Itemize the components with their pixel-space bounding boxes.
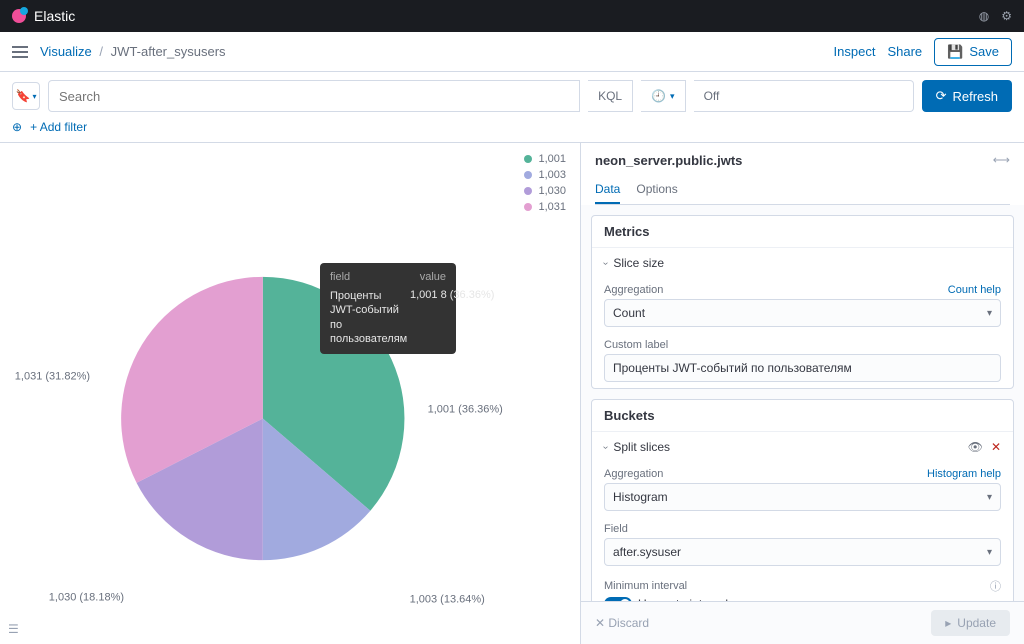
refresh-icon: ⟳ [936,88,947,104]
elastic-logo-icon [12,9,26,23]
config-sidebar: ⟷ neon_server.public.jwts Data Options M… [580,143,1024,638]
field-value: after.sysuser [613,545,681,559]
subheader: Visualize / JWT-after_sysusers Inspect S… [0,32,1024,72]
tooltip-key: 1,001 [410,289,438,301]
chevron-down-icon: ▾ [987,308,992,319]
chevron-down-icon: ▾ [987,547,992,558]
panel-menu-icon[interactable]: ⟷ [993,153,1010,167]
refresh-button[interactable]: ⟳ Refresh [922,80,1012,112]
tab-options[interactable]: Options [636,176,677,204]
toggle-visibility-icon[interactable]: 👁 [968,440,983,454]
filter-bar: ⊕ + Add filter [0,120,1024,142]
count-help-link[interactable]: Count help [948,284,1001,296]
query-bar: 🔖▾ KQL 🕘▾ Off ⟳ Refresh [0,72,1024,120]
legend-toggle-icon[interactable]: ☰ [8,622,19,636]
user-icon[interactable]: ⚙ [1001,9,1012,23]
discard-button[interactable]: ✕ Discard [595,616,649,630]
update-button[interactable]: ▸ Update [931,610,1010,636]
field-label: Field [604,523,628,535]
field-select[interactable]: after.sysuser ▾ [604,538,1001,566]
breadcrumb-current: JWT-after_sysusers [111,44,226,59]
clock-icon: 🕘 [651,89,666,103]
metrics-heading: Metrics [592,216,1013,248]
chart-tooltip: field value Проценты JWT-событий по поль… [320,263,456,354]
tooltip-value-header: value [420,271,446,283]
metrics-section: Metrics › Slice size Aggregation Count h… [591,215,1014,389]
chart-legend: 1,001 1,003 1,030 1,031 [524,153,566,217]
news-icon[interactable]: ◍ [979,9,989,23]
chart-area: 1,001 1,003 1,030 1,031 1,001 (36.36%) 1… [0,143,580,638]
tooltip-field: Проценты JWT-событий по пользователям [330,289,406,346]
slice-label: 1,030 (18.18%) [49,592,124,604]
update-label: Update [957,616,996,630]
legend-label: 1,031 [538,201,566,213]
breadcrumb-root[interactable]: Visualize [40,44,92,59]
split-slices-label: Split slices [613,440,670,454]
time-range-display[interactable]: Off [694,80,914,112]
aggregation-value: Count [613,306,645,320]
breadcrumb: Visualize / JWT-after_sysusers [40,44,226,59]
bucket-agg-value: Histogram [613,490,668,504]
save-label: Save [969,44,999,59]
aggregation-label: Aggregation [604,284,663,296]
tooltip-field-header: field [330,271,350,283]
time-picker[interactable]: 🕘▾ [641,80,685,112]
saved-query-icon[interactable]: 🔖▾ [12,82,40,110]
buckets-heading: Buckets [592,400,1013,432]
brand-name: Elastic [34,8,75,24]
save-icon: 💾 [947,44,963,60]
legend-item[interactable]: 1,031 [524,201,566,213]
legend-label: 1,003 [538,169,566,181]
slice-label: 1,031 (31.82%) [15,371,90,383]
chevron-down-icon: › [600,261,611,264]
legend-item[interactable]: 1,030 [524,185,566,197]
filter-settings-icon[interactable]: ⊕ [12,120,22,134]
slice-size-accordion[interactable]: › Slice size [592,248,1013,278]
split-slices-accordion[interactable]: › Split slices 👁 ✕ [592,432,1013,462]
legend-label: 1,001 [538,153,566,165]
custom-label-label: Custom label [604,339,668,351]
main-content: 1,001 1,003 1,030 1,031 1,001 (36.36%) 1… [0,142,1024,638]
info-icon[interactable]: ⓘ [990,578,1001,594]
share-link[interactable]: Share [887,44,922,59]
slice-label: 1,001 (36.36%) [428,404,503,416]
sidebar-footer: ✕ Discard ▸ Update [580,601,1024,644]
inspect-link[interactable]: Inspect [834,44,876,59]
tooltip-value: 8 (36.36%) [441,289,495,301]
custom-label-input[interactable] [604,354,1001,382]
legend-item[interactable]: 1,001 [524,153,566,165]
discard-label: Discard [608,616,649,630]
min-interval-label: Minimum interval [604,580,687,592]
histogram-help-link[interactable]: Histogram help [927,468,1001,480]
play-icon: ▸ [945,616,951,630]
legend-label: 1,030 [538,185,566,197]
topbar: Elastic ◍ ⚙ [0,0,1024,32]
aggregation-select[interactable]: Count ▾ [604,299,1001,327]
index-pattern-title: neon_server.public.jwts [595,153,1010,168]
slice-label: 1,003 (13.64%) [410,594,485,606]
refresh-label: Refresh [952,89,998,104]
chevron-down-icon: ▾ [987,492,992,503]
slice-size-label: Slice size [613,256,664,270]
search-input[interactable] [48,80,580,112]
legend-item[interactable]: 1,003 [524,169,566,181]
nav-toggle-icon[interactable] [12,46,28,58]
chevron-down-icon: › [600,445,611,448]
add-filter-link[interactable]: + Add filter [30,120,87,134]
kql-toggle[interactable]: KQL [588,80,633,112]
bucket-agg-select[interactable]: Histogram ▾ [604,483,1001,511]
remove-bucket-icon[interactable]: ✕ [991,440,1001,454]
bucket-agg-label: Aggregation [604,468,663,480]
save-button[interactable]: 💾 Save [934,38,1012,66]
tab-data[interactable]: Data [595,176,620,204]
